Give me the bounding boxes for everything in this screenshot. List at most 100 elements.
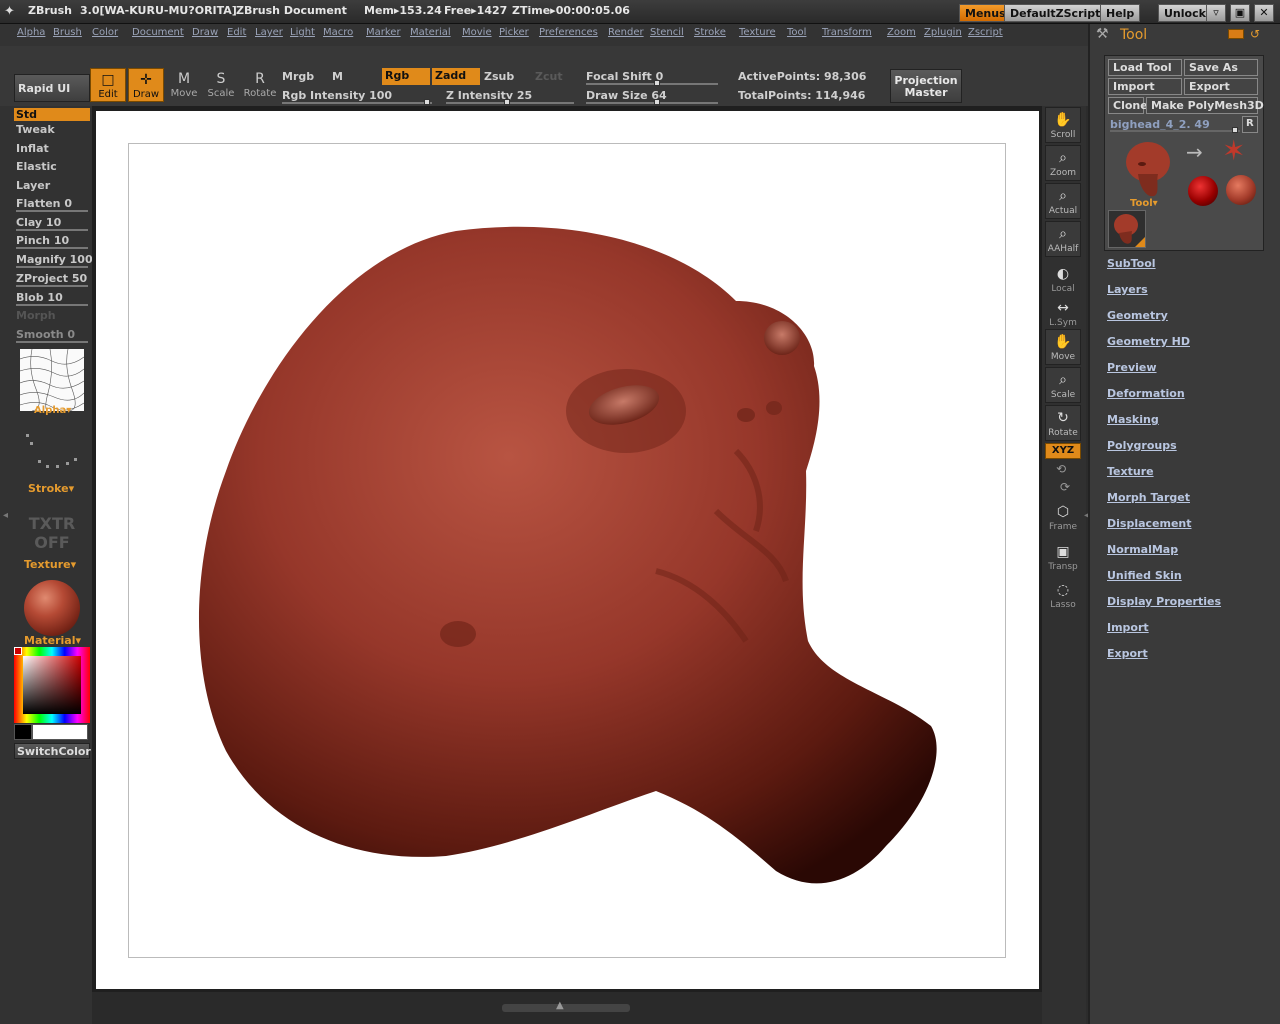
menu-stroke[interactable]: Stroke [694, 27, 726, 38]
close-icon[interactable]: ✕ [1254, 4, 1274, 22]
lsym-button[interactable]: ↔ L.Sym [1045, 296, 1081, 332]
star-tool-icon[interactable]: ✶ [1222, 136, 1245, 166]
tool-label[interactable]: Tool▾ [1130, 198, 1158, 209]
move-view-button[interactable]: ✋ Move [1045, 329, 1081, 365]
zoom-button[interactable]: ⌕ Zoom [1045, 145, 1081, 181]
rotate-tool-button[interactable]: R Rotate [242, 68, 278, 102]
menu-texture[interactable]: Texture [739, 27, 776, 38]
texture-off-thumbnail[interactable]: TXTR OFF [26, 514, 78, 552]
secondary-color-swatch[interactable] [14, 724, 32, 740]
switch-color-button[interactable]: SwitchColor [14, 743, 91, 759]
subpalette-geometry[interactable]: Geometry [1107, 309, 1168, 322]
brush-elastic[interactable]: Elastic [16, 160, 57, 173]
blob-slider[interactable] [16, 304, 88, 306]
smooth-slider[interactable] [16, 341, 88, 343]
z-intensity-track[interactable] [446, 102, 574, 104]
help-button[interactable]: Help [1100, 4, 1141, 22]
color-picker-marker[interactable] [14, 647, 22, 655]
rgb-intensity-knob[interactable] [424, 99, 430, 105]
actual-button[interactable]: ⌕ Actual [1045, 183, 1081, 219]
menu-alpha[interactable]: Alpha [17, 27, 45, 38]
subpalette-displacement[interactable]: Displacement [1107, 517, 1192, 530]
xyz-button[interactable]: XYZ [1045, 443, 1081, 459]
menu-transform[interactable]: Transform [822, 27, 872, 38]
draw-tool-button[interactable]: ✛ Draw [128, 68, 164, 102]
brush-layer[interactable]: Layer [16, 179, 50, 192]
menu-color[interactable]: Color [92, 27, 118, 38]
subpalette-display-properties[interactable]: Display Properties [1107, 595, 1221, 608]
brush-clay[interactable]: Clay 10 [16, 216, 61, 229]
rgb-intensity-track[interactable] [282, 102, 432, 104]
menu-edit[interactable]: Edit [227, 27, 246, 38]
alpha-thumbnail[interactable] [20, 349, 84, 411]
brush-zproject[interactable]: ZProject 50 [16, 272, 87, 285]
stroke-dots-icon[interactable] [22, 432, 82, 472]
subpalette-layers[interactable]: Layers [1107, 283, 1148, 296]
draw-size-track[interactable] [586, 102, 718, 104]
tray-reset-icon[interactable]: ↺ [1250, 27, 1260, 41]
bottom-shelf-handle[interactable] [502, 1004, 630, 1012]
rotate-z-icon[interactable]: ⟳ [1060, 480, 1070, 494]
export-tool-button[interactable]: Export [1184, 78, 1258, 95]
import-tool-button[interactable]: Import [1108, 78, 1182, 95]
texture-label[interactable]: Texture▾ [24, 558, 76, 571]
subpalette-preview[interactable]: Preview [1107, 361, 1157, 374]
subpalette-polygroups[interactable]: Polygroups [1107, 439, 1177, 452]
m-button[interactable]: M [332, 70, 343, 83]
menu-zscript[interactable]: Zscript [968, 27, 1003, 38]
zcut-button[interactable]: Zcut [535, 70, 563, 83]
subpalette-morph-target[interactable]: Morph Target [1107, 491, 1190, 504]
menu-zoom[interactable]: Zoom [887, 27, 916, 38]
clone-button[interactable]: Clone [1108, 97, 1148, 114]
rotate-view-button[interactable]: ↻ Rotate [1045, 405, 1081, 441]
unlock-button[interactable]: Unlock [1158, 4, 1212, 22]
brush-flatten[interactable]: Flatten 0 [16, 197, 72, 210]
brush-morph[interactable]: Morph [16, 309, 56, 322]
sphere3d-tool-icon[interactable] [1188, 176, 1218, 206]
load-tool-button[interactable]: Load Tool [1108, 59, 1182, 76]
subpalette-subtool[interactable]: SubTool [1107, 257, 1156, 270]
subpalette-deformation[interactable]: Deformation [1107, 387, 1185, 400]
z-intensity-slider[interactable]: Z Intensity 25 [446, 89, 532, 102]
tool-mesh-knob[interactable] [1232, 127, 1238, 133]
rapid-ui-button[interactable]: Rapid UI [14, 74, 90, 102]
subpalette-texture[interactable]: Texture [1107, 465, 1154, 478]
move-tool-button[interactable]: M Move [166, 68, 202, 102]
frame-button[interactable]: ⬡ Frame [1045, 500, 1081, 536]
restore-icon[interactable]: ▣ [1230, 4, 1250, 22]
menu-stencil[interactable]: Stencil [650, 27, 684, 38]
draw-size-knob[interactable] [654, 99, 660, 105]
focal-shift-knob[interactable] [654, 80, 660, 86]
tool-mesh-slider[interactable] [1110, 130, 1240, 132]
subpalette-import[interactable]: Import [1107, 621, 1149, 634]
menu-brush[interactable]: Brush [53, 27, 82, 38]
aahalf-button[interactable]: ⌕ AAHalf [1045, 221, 1081, 257]
stroke-label[interactable]: Stroke▾ [28, 482, 74, 495]
flatten-slider[interactable] [16, 210, 88, 212]
menu-zplugin[interactable]: Zplugin [924, 27, 962, 38]
menu-tool[interactable]: Tool [787, 27, 806, 38]
menu-draw[interactable]: Draw [192, 27, 218, 38]
sculpted-head-model[interactable] [96, 111, 1039, 989]
material-label[interactable]: Material▾ [24, 634, 81, 647]
rotate-y-icon[interactable]: ⟲ [1056, 462, 1066, 476]
color-picker-square[interactable] [23, 656, 81, 714]
minimize-icon[interactable]: ▿ [1206, 4, 1226, 22]
menu-render[interactable]: Render [608, 27, 644, 38]
subpalette-masking[interactable]: Masking [1107, 413, 1159, 426]
brush-pinch[interactable]: Pinch 10 [16, 234, 69, 247]
rgb-intensity-slider[interactable]: Rgb Intensity 100 [282, 89, 392, 102]
brush-tweak[interactable]: Tweak [16, 123, 55, 136]
menu-marker[interactable]: Marker [366, 27, 401, 38]
scale-view-button[interactable]: ⌕ Scale [1045, 367, 1081, 403]
tray-popup-toggle[interactable] [1228, 29, 1244, 39]
save-as-button[interactable]: Save As [1184, 59, 1258, 76]
alpha-label[interactable]: Alpha▾ [34, 405, 71, 416]
menu-picker[interactable]: Picker [499, 27, 529, 38]
menu-movie[interactable]: Movie [462, 27, 492, 38]
menu-macro[interactable]: Macro [323, 27, 353, 38]
lasso-button[interactable]: ◌ Lasso [1045, 578, 1081, 614]
scale-tool-button[interactable]: S Scale [203, 68, 239, 102]
default-zscript-button[interactable]: DefaultZScript [1004, 4, 1107, 22]
subpalette-normalmap[interactable]: NormalMap [1107, 543, 1178, 556]
